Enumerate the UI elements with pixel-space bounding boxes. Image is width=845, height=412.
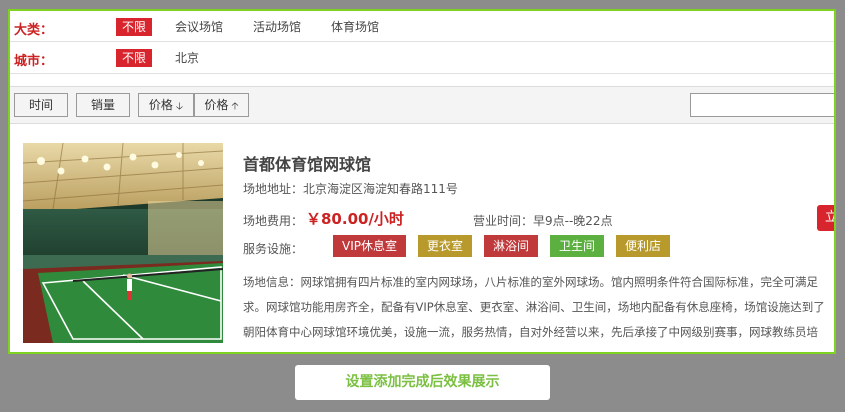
- venue-address: 场地地址：北京海淀区海淀知春路111号: [243, 182, 458, 196]
- sort-price-desc-label: 价格: [148, 98, 173, 112]
- venue-price: ￥80.00/小时: [306, 210, 404, 228]
- service-tag-vip-lounge: VIP休息室: [333, 235, 406, 257]
- city-option-any[interactable]: 不限: [116, 49, 153, 67]
- service-tag-shower: 淋浴间: [484, 235, 539, 257]
- city-filter-label: 城市：: [14, 54, 54, 69]
- service-tag-convenience-store: 便利店: [616, 235, 671, 257]
- tennis-hall-image: [23, 143, 223, 343]
- sort-price-asc-label: 价格: [204, 98, 229, 112]
- arrow-down-icon: 🡣: [175, 101, 184, 112]
- service-tag-restroom: 卫生间: [550, 235, 605, 257]
- search-input[interactable]: [690, 93, 834, 117]
- sort-price-desc-button[interactable]: 价格 🡣: [138, 93, 194, 117]
- category-option-any[interactable]: 不限: [116, 18, 153, 36]
- category-option-meeting[interactable]: 会议场馆: [169, 18, 229, 36]
- sort-by-sales-button[interactable]: 销量: [76, 93, 130, 117]
- venue-info-line: 求。网球馆功能用房齐全，配备有VIP休息室、更衣室、淋浴间、卫生间，场地内配备有…: [243, 300, 825, 314]
- venue-title[interactable]: 首都体育馆网球馆: [243, 151, 371, 175]
- venue-info: 场地信息：网球馆拥有四片标准的室内网球场，八片标准的室外网球场。馆内照明条件符合…: [243, 270, 834, 345]
- city-option-beijing[interactable]: 北京: [169, 49, 205, 67]
- result-caption: 设置添加完成后效果展示: [295, 365, 550, 400]
- venue-info-line: 场地信息：网球馆拥有四片标准的室内网球场，八片标准的室外网球场。馆内照明条件符合…: [243, 275, 818, 289]
- category-option-sports[interactable]: 体育场馆: [325, 18, 385, 36]
- book-now-button[interactable]: 立即: [817, 205, 834, 231]
- category-filter-row: 大类： 不限 会议场馆 活动场馆 体育场馆: [10, 11, 834, 42]
- sort-by-time-button[interactable]: 时间: [14, 93, 68, 117]
- services-label: 服务设施：: [243, 242, 304, 256]
- category-filter-label: 大类：: [14, 23, 54, 38]
- category-option-event[interactable]: 活动场馆: [247, 18, 307, 36]
- sort-sales-label: 销量: [90, 98, 115, 112]
- hours-label: 营业时间：: [473, 214, 534, 228]
- sort-time-label: 时间: [28, 98, 53, 112]
- sort-bar: 时间 销量 价格 🡣 价格 🡡: [10, 86, 834, 124]
- venue-info-line: 朝阳体育中心网球馆环境优美，设施一流，服务热情，自对外经营以来，先后承接了中网级…: [243, 325, 818, 339]
- service-tag-locker-room: 更衣室: [418, 235, 473, 257]
- venue-card: 首都体育馆网球馆 场地地址：北京海淀区海淀知春路111号 场地费用： ￥80.0…: [10, 124, 834, 352]
- venue-listing-frame: 大类： 不限 会议场馆 活动场馆 体育场馆 城市： 不限 北京 时间 销量 价格…: [8, 9, 836, 354]
- venue-photo[interactable]: [23, 143, 223, 343]
- city-filter-row: 城市： 不限 北京: [10, 42, 834, 74]
- fee-label: 场地费用：: [243, 214, 304, 228]
- sort-price-asc-button[interactable]: 价格 🡡: [194, 93, 249, 117]
- arrow-up-icon: 🡡: [231, 101, 239, 112]
- opening-hours: 早9点--晚22点: [533, 214, 613, 228]
